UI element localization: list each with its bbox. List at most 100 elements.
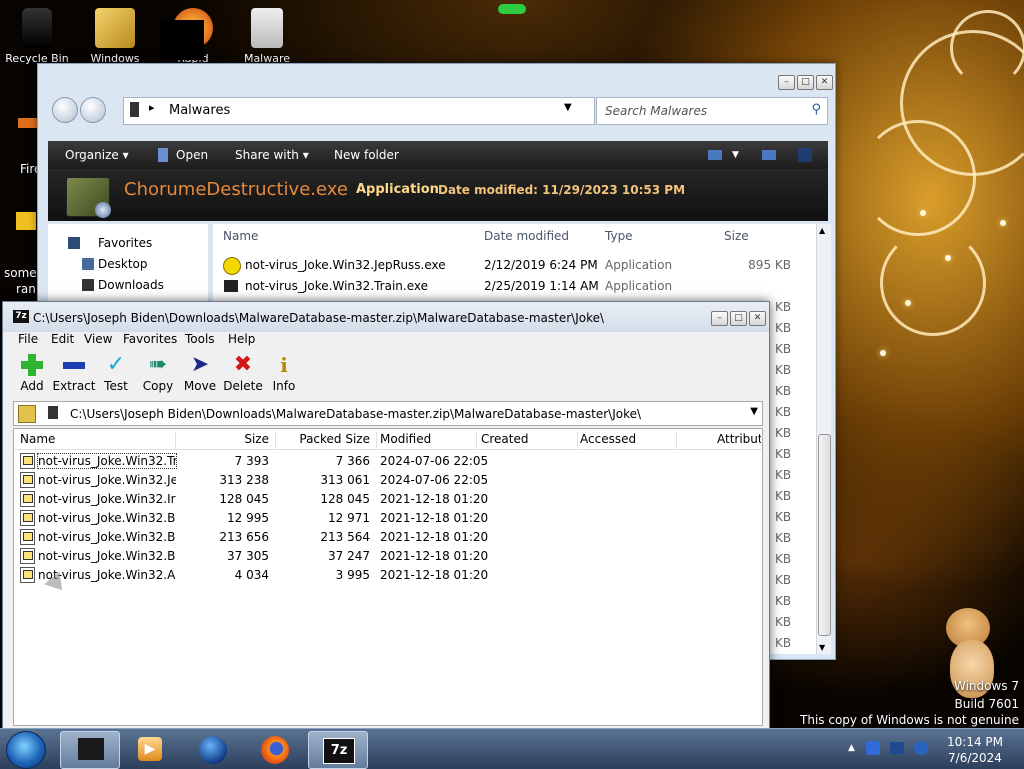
column-header-name[interactable]: Name — [223, 229, 258, 243]
size-fragment: KB — [775, 552, 792, 566]
menu-help[interactable]: Help — [228, 332, 255, 346]
menu-favorites[interactable]: Favorites — [123, 332, 177, 346]
archive-row[interactable]: not-virus_Joke.Win32.A... 4 034 3 995 2021-… — [14, 565, 762, 584]
help-icon[interactable] — [798, 148, 812, 162]
7zip-path-text: C:\Users\Joseph Biden\Downloads\MalwareD… — [70, 407, 642, 421]
chevron-down-icon[interactable]: ▼ — [750, 406, 758, 417]
vertical-scrollbar[interactable]: ▲ ▼ — [816, 224, 831, 654]
info-button[interactable]: i Info — [262, 350, 306, 393]
extract-label: Extract — [52, 379, 96, 393]
view-options-icon[interactable] — [708, 150, 722, 160]
desktop-icon-malware[interactable]: Malware — [232, 8, 302, 65]
copy-button[interactable]: ➠ Copy — [136, 350, 180, 394]
menu-view[interactable]: View — [84, 332, 112, 346]
open-button[interactable]: Open — [176, 148, 208, 162]
archive-file-size: 313 238 — [219, 473, 269, 487]
network-icon[interactable] — [866, 741, 880, 755]
column-header-size[interactable]: Size — [724, 229, 749, 243]
search-placeholder: Search Malwares — [605, 104, 708, 118]
7zip-path-bar[interactable]: C:\Users\Joseph Biden\Downloads\MalwareD… — [13, 401, 763, 426]
archive-file-icon — [20, 453, 35, 469]
new-folder-button[interactable]: New folder — [334, 148, 399, 162]
taskbar-clock[interactable]: 10:14 PM 7/6/2024 — [940, 734, 1010, 766]
test-label: Test — [104, 379, 128, 393]
menu-file[interactable]: File — [18, 332, 38, 346]
taskbar-app-7zip[interactable]: 7z — [308, 731, 368, 769]
desktop-icon-recycle-bin[interactable]: Recycle Bin — [2, 8, 72, 65]
add-button[interactable]: Add — [10, 350, 54, 393]
nav-item-downloads[interactable]: Downloads — [98, 278, 164, 292]
archive-row[interactable]: not-virus_Joke.Win32.Irr... 128 045 128 04… — [14, 489, 762, 508]
extract-button[interactable]: Extract — [52, 350, 96, 393]
chevron-down-icon[interactable]: ▼ — [564, 102, 572, 113]
scroll-down-arrow-icon[interactable]: ▼ — [819, 643, 825, 652]
column-header-accessed[interactable]: Accessed — [580, 432, 677, 450]
wallpaper-sparkle — [1000, 220, 1006, 226]
column-header-modified[interactable]: Modified — [380, 432, 477, 450]
column-header-name[interactable]: Name — [20, 432, 176, 450]
test-button[interactable]: ✓ Test — [94, 350, 138, 394]
archive-file-name: not-virus_Joke.Win32.Tr... — [37, 453, 177, 469]
file-type: Application — [605, 279, 673, 293]
maximize-button[interactable]: □ — [730, 311, 747, 326]
taskbar-app-media-player[interactable]: ▶ — [122, 731, 180, 767]
column-header-attributes[interactable]: Attributes — [717, 432, 761, 450]
maximize-button[interactable]: □ — [797, 75, 814, 90]
file-name: not-virus_Joke.Win32.Train.exe — [245, 279, 429, 293]
7zip-window[interactable]: 7z C:\Users\Joseph Biden\Downloads\Malwa… — [2, 301, 770, 730]
column-header-packed-size[interactable]: Packed Size — [276, 432, 377, 450]
watermark-line-2: Build 7601 — [954, 697, 1019, 711]
taskbar-app-firefox[interactable] — [246, 731, 304, 767]
plus-icon — [20, 353, 44, 377]
column-header-created[interactable]: Created — [481, 432, 578, 450]
close-button[interactable]: ✕ — [816, 75, 833, 90]
preview-pane-icon[interactable] — [762, 150, 776, 160]
nav-item-desktop[interactable]: Desktop — [98, 257, 148, 271]
archive-file-modified: 2021-12-18 01:20 — [380, 530, 489, 544]
folder-icon[interactable] — [16, 212, 36, 230]
archive-row[interactable]: not-virus_Joke.Win32.Je... 313 238 313 061… — [14, 470, 762, 489]
archive-row[interactable]: not-virus_Joke.Win32.Tr... 7 393 7 366 2024… — [14, 451, 762, 470]
info-label: Info — [272, 379, 296, 393]
archive-row[interactable]: not-virus_Joke.Win32.B... 12 995 12 971 202… — [14, 508, 762, 527]
file-row[interactable]: not-virus_Joke.Win32.Train.exe 2/25/2019… — [213, 277, 813, 297]
start-button[interactable] — [6, 731, 46, 769]
file-date: 2/25/2019 1:14 AM — [484, 279, 599, 293]
column-header-size[interactable]: Size — [176, 432, 276, 450]
address-box[interactable]: ▸ Malwares ▼ ↻ — [123, 97, 614, 125]
info-icon: i — [280, 353, 288, 377]
nav-item-favorites[interactable]: Favorites — [98, 236, 152, 250]
menu-edit[interactable]: Edit — [51, 332, 74, 346]
action-center-icon[interactable] — [890, 742, 904, 754]
volume-icon[interactable] — [914, 741, 928, 755]
share-with-button[interactable]: Share with ▾ — [235, 148, 309, 162]
archive-row[interactable]: not-virus_Joke.Win32.Bl... 213 656 213 564… — [14, 527, 762, 546]
archive-row[interactable]: not-virus_Joke.Win32.B... 37 305 37 247 202… — [14, 546, 762, 565]
up-folder-icon[interactable] — [18, 405, 36, 423]
move-button[interactable]: ➤ Move — [178, 350, 222, 394]
taskbar-app-globe[interactable] — [184, 731, 242, 767]
scroll-up-arrow-icon[interactable]: ▲ — [819, 226, 825, 235]
wallpaper-swirl — [880, 230, 986, 336]
show-hidden-icons-arrow-icon[interactable]: ▲ — [848, 743, 855, 753]
organize-button[interactable]: Organize ▾ — [65, 148, 129, 162]
back-button[interactable] — [52, 97, 78, 123]
search-icon[interactable]: ⚲ — [811, 102, 821, 117]
search-input[interactable]: Search Malwares ⚲ — [596, 97, 828, 125]
file-row[interactable]: not-virus_Joke.Win32.JepRuss.exe 2/12/20… — [213, 256, 813, 276]
scrollbar-thumb[interactable] — [818, 434, 831, 636]
add-label: Add — [20, 379, 44, 393]
close-button[interactable]: ✕ — [749, 311, 766, 326]
clock-time: 10:14 PM — [947, 735, 1003, 749]
minimize-button[interactable]: – — [711, 311, 728, 326]
breadcrumb-arrow-icon[interactable]: ▸ — [149, 101, 155, 114]
minimize-button[interactable]: – — [778, 75, 795, 90]
menu-tools[interactable]: Tools — [185, 332, 215, 346]
column-header-date[interactable]: Date modified — [484, 229, 569, 243]
taskbar-app-explorer[interactable] — [60, 731, 120, 769]
chevron-down-icon[interactable]: ▼ — [732, 150, 739, 160]
column-header-type[interactable]: Type — [605, 229, 633, 243]
explorer-toolbar: Organize ▾ Open Share with ▾ New folder … — [48, 141, 828, 169]
forward-button[interactable] — [80, 97, 106, 123]
delete-button[interactable]: ✖ Delete — [221, 350, 265, 394]
